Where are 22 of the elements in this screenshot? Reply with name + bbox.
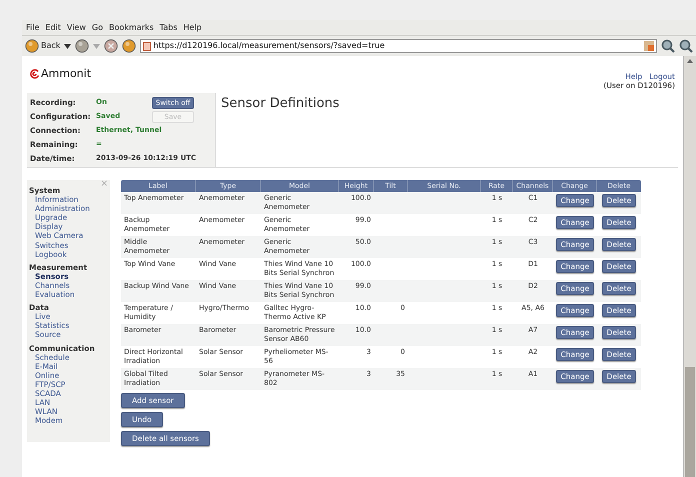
menu-item[interactable]: Bookmarks (108, 22, 154, 34)
forward-icon[interactable] (75, 39, 90, 53)
menu-item[interactable]: Edit (45, 22, 61, 34)
stop-icon[interactable] (104, 39, 118, 53)
menu-item[interactable]: View (66, 22, 86, 34)
menu-item[interactable]: File (26, 22, 40, 34)
search-icon[interactable] (679, 39, 693, 53)
caret-icon[interactable] (64, 44, 72, 48)
logo[interactable]: Ammonit (30, 66, 92, 82)
back-icon[interactable] (25, 39, 39, 53)
back-button[interactable]: Back (25, 39, 60, 53)
logo-icon (30, 69, 40, 80)
page-title: Sensor Definitions (221, 95, 340, 113)
menu-item[interactable]: Tabs (160, 22, 178, 34)
search-icon[interactable] (661, 39, 675, 53)
menu-item[interactable]: Go (92, 22, 103, 34)
address-field[interactable]: https://d120196.local/measurement/sensors/?saved=true (140, 39, 657, 53)
scrollbar[interactable] (683, 56, 696, 477)
scrollbar-thumb[interactable] (685, 367, 695, 477)
page-icon (143, 42, 152, 50)
reload-icon[interactable] (122, 39, 136, 53)
menu-item[interactable]: Help (183, 22, 202, 34)
